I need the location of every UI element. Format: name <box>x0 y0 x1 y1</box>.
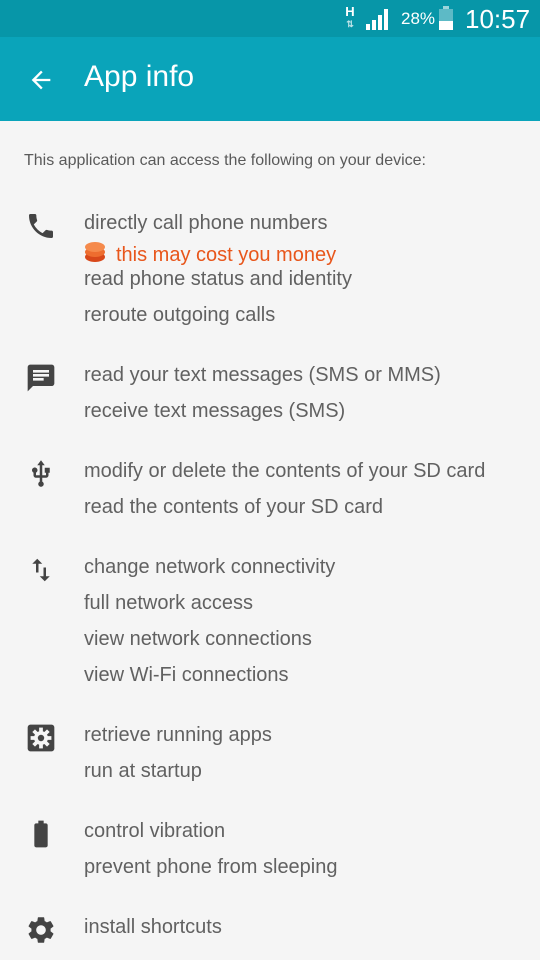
back-button[interactable] <box>20 59 62 101</box>
network-type-label: H <box>345 4 355 19</box>
permission-item: install shortcuts <box>84 916 222 938</box>
arrow-back-icon <box>31 70 51 90</box>
cost-warning-label: this may cost you money <box>116 244 337 266</box>
permission-item: run at startup <box>84 760 202 782</box>
network-arrows-icon <box>24 553 58 587</box>
permission-item: view Wi-Fi connections <box>84 664 289 686</box>
signal-strength-icon <box>366 9 388 30</box>
coins-icon <box>85 242 105 262</box>
battery-icon <box>24 817 58 851</box>
permission-item: retrieve running apps <box>84 724 272 746</box>
permission-item: full network access <box>84 592 253 614</box>
permission-item: modify or delete the contents of your SD… <box>84 460 486 482</box>
permissions-intro: This application can access the followin… <box>24 152 426 169</box>
data-activity-icon: ⇅ <box>346 19 354 29</box>
permission-item: change network connectivity <box>84 556 336 578</box>
page-title: App info <box>84 60 195 93</box>
gear-icon <box>24 913 58 947</box>
app-bar: App info <box>0 37 540 121</box>
battery-status-icon <box>439 6 453 30</box>
battery-percent: 28% <box>401 9 436 28</box>
network-type-indicator: H ⇅ <box>342 5 358 33</box>
clock: 10:57 <box>465 4 531 34</box>
permission-item: read your text messages (SMS or MMS) <box>84 364 441 386</box>
permission-item: directly call phone numbers <box>84 212 328 234</box>
permission-item: control vibration <box>84 820 226 842</box>
message-icon <box>24 361 58 395</box>
permission-item: read the contents of your SD card <box>84 496 384 518</box>
permission-item: prevent phone from sleeping <box>84 856 338 878</box>
cost-warning: this may cost you money <box>84 240 336 267</box>
usb-icon <box>24 457 58 491</box>
settings-box-icon <box>24 721 58 755</box>
phone-icon <box>24 209 58 243</box>
permission-item: read phone status and identity <box>84 268 352 290</box>
permission-item: view network connections <box>84 628 312 650</box>
permission-item: receive text messages (SMS) <box>84 400 346 422</box>
status-bar: H ⇅ 28% 10:57 <box>0 0 540 37</box>
permission-item: reroute outgoing calls <box>84 304 276 326</box>
